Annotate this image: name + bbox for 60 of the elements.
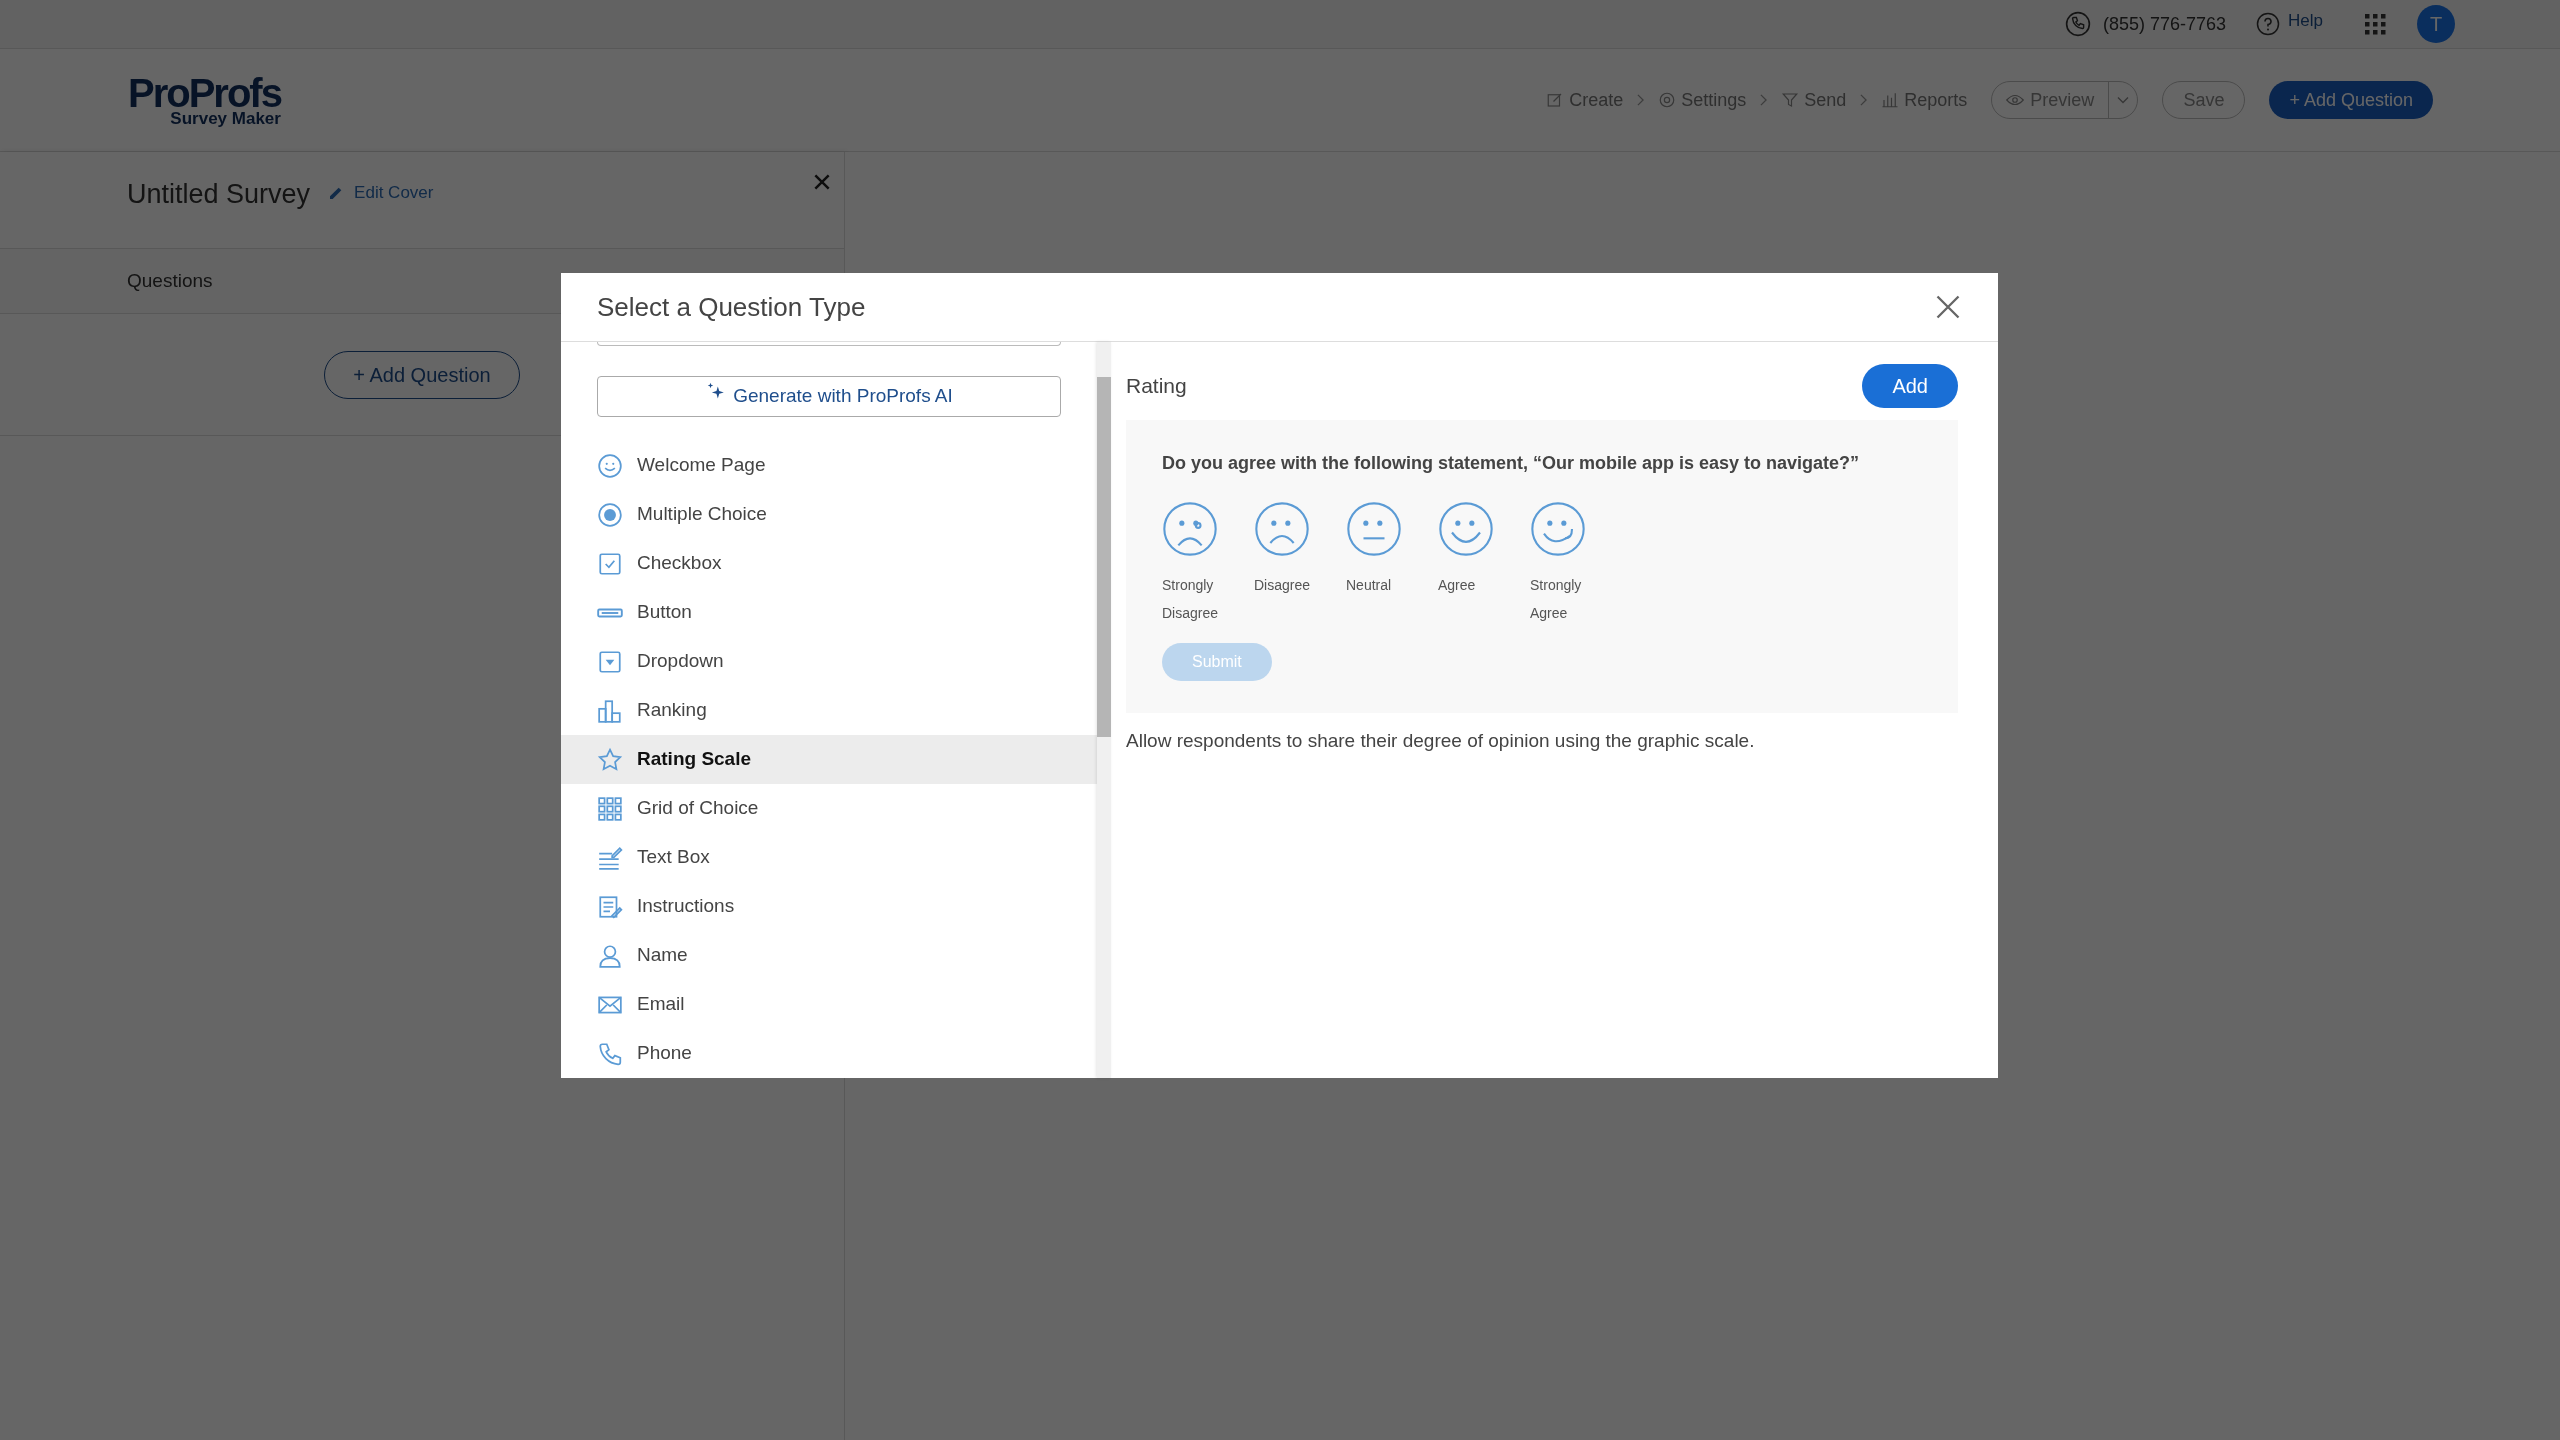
tongue-face-icon[interactable] <box>1530 501 1586 557</box>
add-button[interactable]: Add <box>1862 364 1958 408</box>
add-question-button[interactable]: + Add Question <box>2269 81 2433 119</box>
question-type-item[interactable]: Checkbox <box>561 539 1097 588</box>
chevron-icon <box>1760 94 1768 106</box>
question-type-item[interactable]: Instructions <box>561 882 1097 931</box>
neutral-face-icon[interactable] <box>1346 501 1402 557</box>
question-type-item[interactable]: Dropdown <box>561 637 1097 686</box>
question-type-item[interactable]: Grid of Choice <box>561 784 1097 833</box>
generate-ai-button[interactable]: Generate with ProProfs AI <box>597 375 1061 417</box>
preview-title: Rating <box>1126 373 1187 400</box>
face-label: Neutral <box>1346 576 1392 595</box>
phone-icon <box>597 1040 623 1067</box>
radio-icon <box>597 501 623 528</box>
phone-number[interactable]: (855) 776-7763 <box>2102 10 2227 38</box>
textbox-icon <box>597 844 623 871</box>
close-icon[interactable] <box>1934 293 1962 321</box>
edit-cover-link[interactable]: Edit Cover <box>354 180 434 206</box>
help-icon <box>2256 12 2281 36</box>
dialog-title: Select a Question Type <box>597 290 866 324</box>
crying-face-icon[interactable] <box>1162 501 1218 557</box>
chevron-icon <box>1637 94 1645 106</box>
smile-icon <box>597 452 623 479</box>
close-icon[interactable] <box>812 172 832 192</box>
apps-grid-icon[interactable] <box>2363 12 2387 36</box>
button-icon <box>597 607 623 618</box>
send-icon <box>1781 91 1800 109</box>
question-type-description: Allow respondents to share their degree of opinion using the graphic scale. <box>1126 729 1756 753</box>
face-label: Agree <box>1438 576 1476 595</box>
face-label: Disagree <box>1254 576 1311 595</box>
question-type-item[interactable]: Email <box>561 980 1097 1029</box>
checkbox-icon <box>597 550 623 577</box>
question-type-item[interactable]: Text Box <box>561 833 1097 882</box>
phone-icon <box>2064 11 2091 37</box>
grid-icon <box>597 795 623 822</box>
dropdown-icon <box>597 648 623 675</box>
question-type-item[interactable]: Multiple Choice <box>561 490 1097 539</box>
settings-icon <box>1658 91 1677 109</box>
question-type-item[interactable]: Phone <box>561 1029 1097 1078</box>
logo-subtitle: Survey Maker <box>170 110 281 127</box>
reports-icon <box>1881 91 1900 109</box>
question-type-item[interactable]: Button <box>561 588 1097 637</box>
question-type-item[interactable]: Rating Scale <box>561 735 1097 784</box>
instructions-icon <box>597 893 623 920</box>
happy-face-icon[interactable] <box>1438 501 1494 557</box>
face-label: Strongly Disagree <box>1162 576 1220 623</box>
ranking-icon <box>597 697 623 724</box>
question-text: Do you agree with the following statement, “Our mobile app is easy to navigate?” <box>1162 452 1861 475</box>
help-link[interactable]: Help <box>2288 8 2323 34</box>
person-icon <box>597 942 623 969</box>
question-type-item[interactable]: Ranking <box>561 686 1097 735</box>
logo-wordmark[interactable]: ProProfs <box>128 73 281 113</box>
questions-label: Questions <box>127 268 213 293</box>
face-label: Strongly Agree <box>1530 576 1583 623</box>
question-type-item[interactable]: Name <box>561 931 1097 980</box>
chevron-icon <box>1860 94 1868 106</box>
question-type-item[interactable]: Welcome Page <box>561 441 1097 490</box>
sad-face-icon[interactable] <box>1254 501 1310 557</box>
star-icon <box>597 746 623 773</box>
survey-title[interactable]: Untitled Survey <box>127 174 311 215</box>
